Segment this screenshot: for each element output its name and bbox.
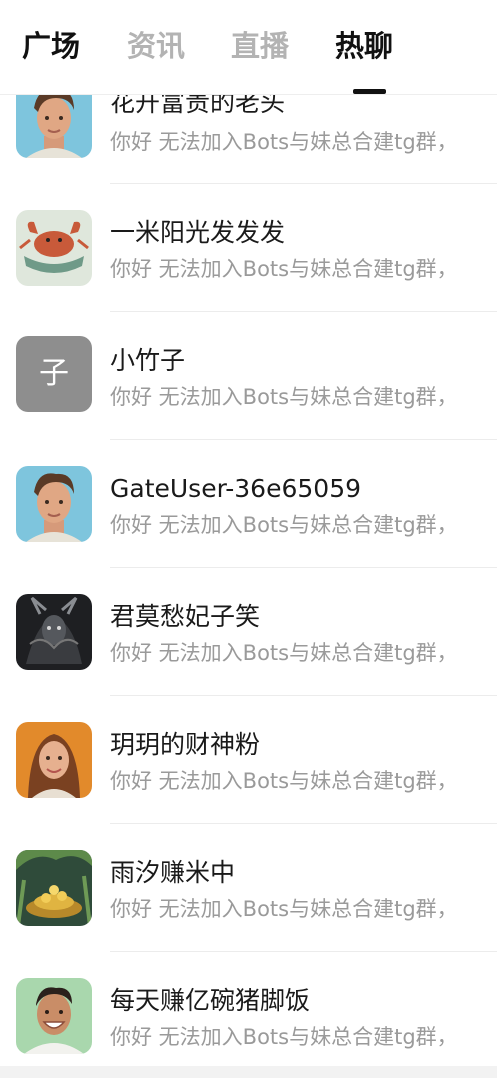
chat-preview: 你好 无法加入Bots与妹总合建tg群，: [110, 897, 458, 921]
list-item[interactable]: 一米阳光发发发 你好 无法加入Bots与妹总合建tg群，: [0, 184, 497, 312]
top-tab-bar: 广场 资讯 直播 热聊: [0, 0, 497, 95]
list-item[interactable]: 玥玥的财神粉 你好 无法加入Bots与妹总合建tg群，: [0, 696, 497, 824]
chat-preview: 你好 无法加入Bots与妹总合建tg群，: [110, 1025, 458, 1049]
chat-name: 君莫愁妃子笑: [110, 602, 261, 631]
bottom-peek: [0, 1066, 497, 1078]
crab-emblem-icon: [16, 210, 92, 286]
avatar: [16, 594, 92, 670]
chat-name: 一米阳光发发发: [110, 218, 286, 247]
letter-avatar: 子: [16, 336, 92, 412]
chat-preview: 你好 无法加入Bots与妹总合建tg群，: [110, 257, 458, 281]
smiling-man-portrait-icon: [16, 978, 92, 1054]
list-item[interactable]: 子 小竹子 你好 无法加入Bots与妹总合建tg群，: [0, 312, 497, 440]
tab-square[interactable]: 广场: [22, 26, 80, 66]
chat-list: 花开富贵的老头 你好 无法加入Bots与妹总合建tg群， 一米阳光发发发 你好 …: [0, 0, 497, 1078]
list-item[interactable]: 君莫愁妃子笑 你好 无法加入Bots与妹总合建tg群，: [0, 568, 497, 696]
chat-name: 玥玥的财神粉: [110, 730, 261, 759]
avatar: 子: [16, 336, 92, 412]
avatar: [16, 978, 92, 1054]
chat-preview: 你好 无法加入Bots与妹总合建tg群，: [110, 130, 458, 154]
tab-hot-chat[interactable]: 热聊: [335, 26, 393, 66]
chat-preview: 你好 无法加入Bots与妹总合建tg群，: [110, 513, 458, 537]
chat-name: 雨汐赚米中: [110, 858, 236, 887]
tab-news[interactable]: 资讯: [127, 26, 185, 66]
chat-name: GateUser-36e65059: [110, 474, 362, 503]
avatar: [16, 210, 92, 286]
young-man-portrait-icon: [16, 466, 92, 542]
avatar: [16, 850, 92, 926]
chat-preview: 你好 无法加入Bots与妹总合建tg群，: [110, 385, 458, 409]
chat-preview: 你好 无法加入Bots与妹总合建tg群，: [110, 641, 458, 665]
active-tab-indicator: [353, 89, 386, 94]
chat-name: 每天赚亿碗猪脚饭: [110, 986, 311, 1015]
dark-dragon-icon: [16, 594, 92, 670]
tab-live[interactable]: 直播: [231, 26, 289, 66]
list-item[interactable]: 每天赚亿碗猪脚饭 你好 无法加入Bots与妹总合建tg群，: [0, 952, 497, 1078]
list-item[interactable]: 雨汐赚米中 你好 无法加入Bots与妹总合建tg群，: [0, 824, 497, 952]
woman-portrait-icon: [16, 722, 92, 798]
list-item[interactable]: GateUser-36e65059 你好 无法加入Bots与妹总合建tg群，: [0, 440, 497, 568]
chat-preview: 你好 无法加入Bots与妹总合建tg群，: [110, 769, 458, 793]
avatar: [16, 722, 92, 798]
avatar: [16, 466, 92, 542]
gold-coins-jungle-icon: [16, 850, 92, 926]
chat-name: 小竹子: [110, 346, 186, 375]
